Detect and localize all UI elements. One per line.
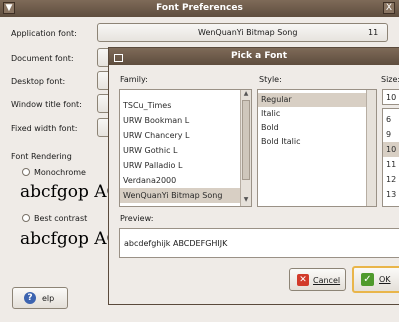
window-close-button[interactable]: X <box>383 2 395 14</box>
size-input-value: 10 <box>386 93 397 102</box>
style-list-item[interactable]: Regular <box>258 93 367 107</box>
monochrome-radio[interactable] <box>22 168 30 176</box>
help-button-label: elp <box>42 294 55 303</box>
family-list-item[interactable]: Verdana2000 <box>120 173 240 188</box>
close-icon: X <box>385 3 393 13</box>
application-font-label: Application font: <box>11 29 77 38</box>
family-list-item[interactable]: URW Bookman L <box>120 113 240 128</box>
style-list-item[interactable]: Bold Italic <box>258 135 367 149</box>
preview-text: abcdefghijk ABCDEFGHIJK <box>124 239 228 248</box>
size-list-item[interactable]: 13 <box>383 187 399 202</box>
family-list-item[interactable]: TSCu_Times <box>120 98 240 113</box>
preview-header: Preview: <box>120 214 154 223</box>
cancel-button-label: Cancel <box>313 276 341 285</box>
style-list-item[interactable]: Italic <box>258 107 367 121</box>
best-contrast-label: Best contrast <box>34 214 88 223</box>
font-rendering-header: Font Rendering <box>11 152 72 161</box>
dialog-title-bar: Pick a Font <box>109 48 399 65</box>
family-header: Family: <box>120 75 148 84</box>
style-list-item[interactable]: Bold <box>258 121 367 135</box>
cancel-button[interactable]: ✕ Cancel <box>289 268 346 291</box>
size-input[interactable]: 10 <box>382 89 399 105</box>
family-list[interactable]: TSCu_Times URW Bookman L URW Chancery L URW… <box>119 89 252 207</box>
window-title-bar: Font Preferences <box>0 0 399 17</box>
monochrome-label: Monochrome <box>34 168 86 177</box>
scroll-down-icon[interactable]: ▼ <box>241 196 251 203</box>
ok-button-label: OK <box>379 275 391 284</box>
family-list-item[interactable]: URW Gothic L <box>120 143 240 158</box>
family-list-item[interactable]: URW Chancery L <box>120 128 240 143</box>
help-button[interactable]: ? elp <box>12 287 68 309</box>
best-contrast-sample: abcfgop AO <box>18 227 120 253</box>
desktop-font-label: Desktop font: <box>11 77 66 86</box>
cancel-icon: ✕ <box>297 274 309 286</box>
help-icon: ? <box>24 292 36 304</box>
document-font-label: Document font: <box>11 54 74 63</box>
family-scrollbar[interactable]: ▲ ▼ <box>240 90 251 206</box>
fixed-width-font-label: Fixed width font: <box>11 124 78 133</box>
monochrome-sample-text: abcfgop AO <box>20 182 121 202</box>
monochrome-sample: abcfgop AO <box>18 180 120 206</box>
style-scrollbar[interactable] <box>366 90 376 206</box>
size-list-item[interactable]: 11 <box>383 157 399 172</box>
window-title: Font Preferences <box>156 3 243 13</box>
ok-icon: ✓ <box>361 273 374 286</box>
size-header: Size: <box>381 75 399 84</box>
window-menu-icon: ▼ <box>5 3 13 13</box>
application-font-size: 11 <box>368 28 379 37</box>
ok-button[interactable]: ✓ OK <box>352 266 399 293</box>
style-header: Style: <box>259 75 282 84</box>
window-title-font-label: Window title font: <box>11 100 82 109</box>
style-list[interactable]: Regular Italic Bold Bold Italic <box>257 89 377 207</box>
application-font-button[interactable]: WenQuanYi Bitmap Song 11 <box>97 23 388 42</box>
size-list-item[interactable]: 6 <box>383 112 399 127</box>
dialog-menu-icon[interactable] <box>114 54 123 62</box>
family-list-item[interactable]: URW Palladio L <box>120 158 240 173</box>
size-list-item[interactable]: 12 <box>383 172 399 187</box>
family-scroll-thumb[interactable] <box>242 100 250 180</box>
application-font-name: WenQuanYi Bitmap Song <box>198 28 298 37</box>
best-contrast-sample-text: abcfgop AO <box>20 229 121 249</box>
size-list-item[interactable]: 10 <box>383 142 399 157</box>
window-menu-button[interactable]: ▼ <box>3 2 15 14</box>
preview-field[interactable]: abcdefghijk ABCDEFGHIJK <box>119 228 399 258</box>
scroll-up-icon[interactable]: ▲ <box>241 90 251 97</box>
size-list[interactable]: 6 9 10 11 12 13 <box>382 108 399 207</box>
best-contrast-radio[interactable] <box>22 214 30 222</box>
family-list-item[interactable]: WenQuanYi Bitmap Song <box>120 188 240 203</box>
size-list-item[interactable]: 9 <box>383 127 399 142</box>
dialog-title: Pick a Font <box>230 51 288 61</box>
pick-a-font-dialog: Pick a Font Family: Style: Size: TSCu_Ti… <box>108 47 399 305</box>
